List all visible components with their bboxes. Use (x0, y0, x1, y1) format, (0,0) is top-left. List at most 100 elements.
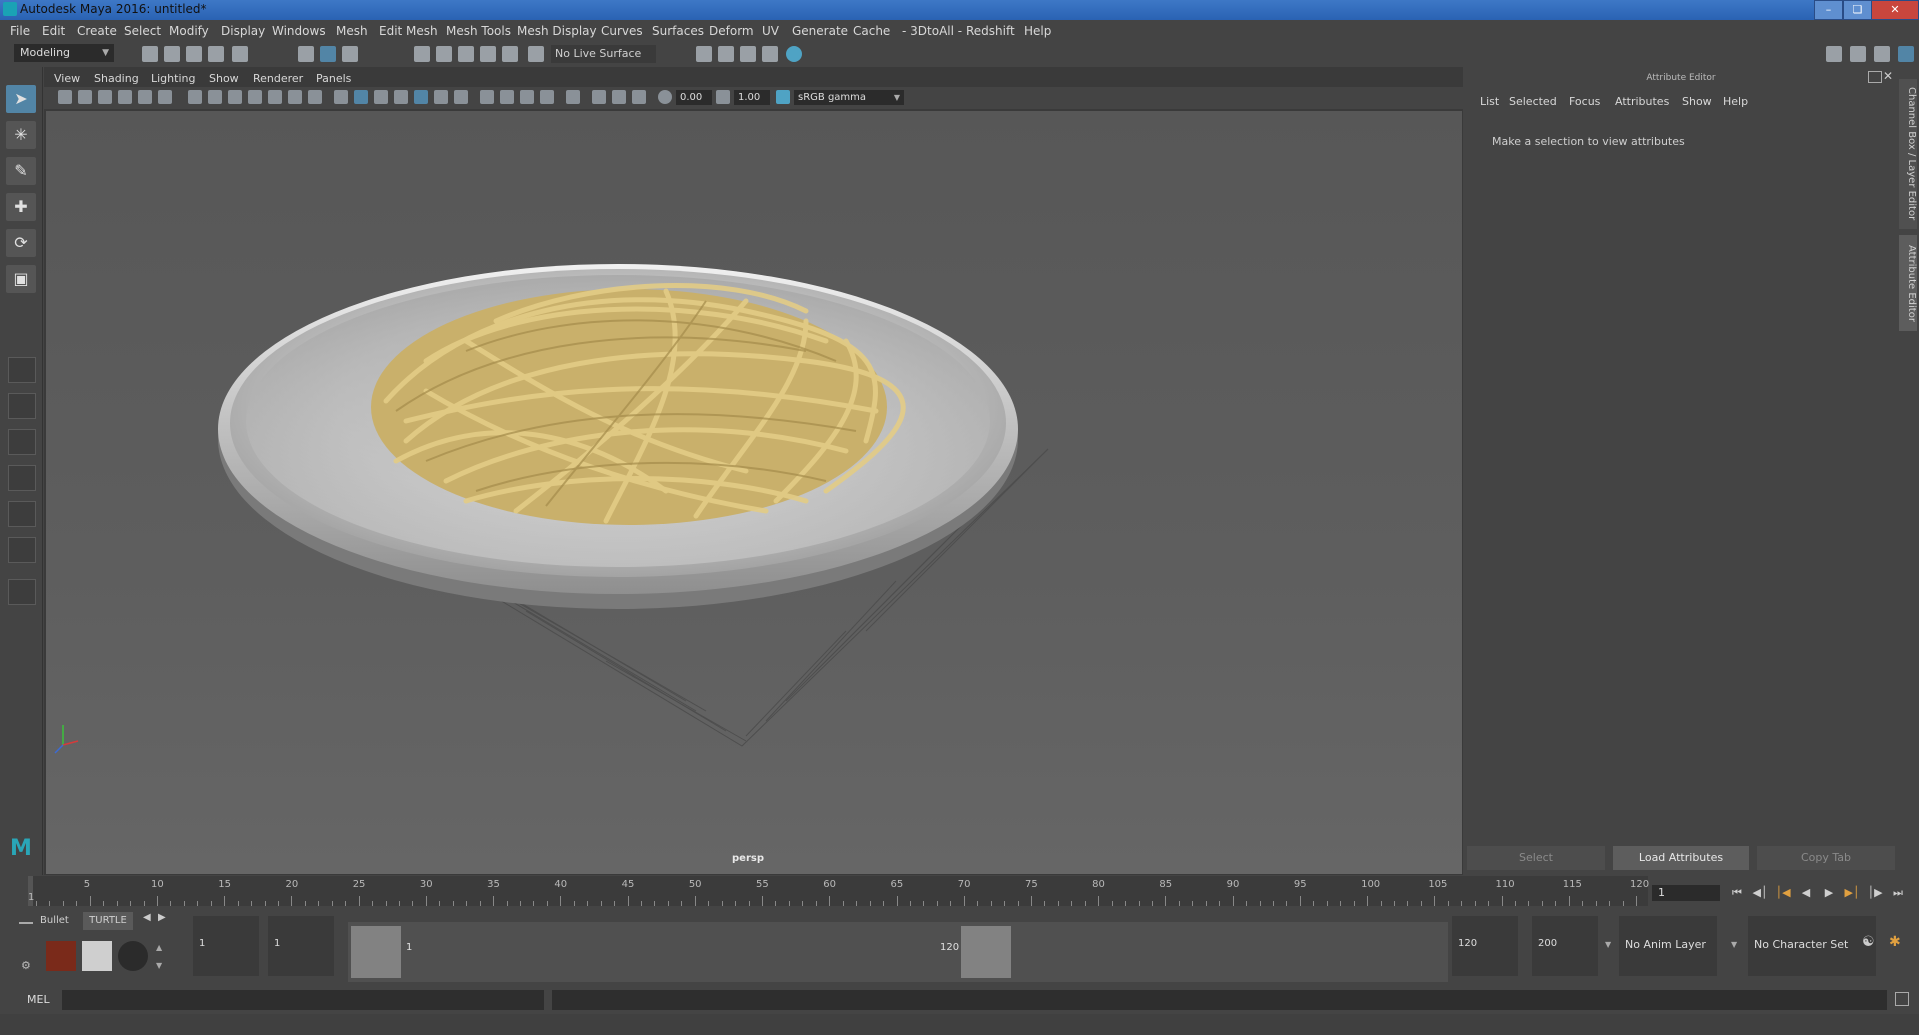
menu-surfaces[interactable]: Surfaces (652, 24, 704, 38)
go-to-start-icon[interactable]: ⏮ (1728, 884, 1746, 902)
color-management-icon[interactable] (776, 90, 790, 104)
load-attributes-button[interactable]: Load Attributes (1613, 846, 1749, 870)
script-language-label[interactable]: MEL (27, 993, 50, 1006)
menu-set-dropdown[interactable]: Modeling ▼ (14, 44, 114, 62)
anim-layer-dropdown[interactable]: No Anim Layer (1619, 916, 1717, 976)
shelf-tab-bullet[interactable]: Bullet (38, 912, 80, 930)
hypershade-persp-layout-icon[interactable] (8, 537, 36, 563)
panel-menu-view[interactable]: View (54, 72, 80, 85)
go-to-end-icon[interactable]: ⏭ (1889, 884, 1907, 902)
wireframe-on-shaded-icon[interactable] (394, 90, 408, 104)
menu-uv[interactable]: UV (762, 24, 779, 38)
snap-to-grid-icon[interactable] (414, 46, 430, 62)
perspective-viewport[interactable]: persp (46, 111, 1462, 874)
snap-to-view-plane-icon[interactable] (502, 46, 518, 62)
isolate-select-icon[interactable] (566, 90, 580, 104)
range-end-handle[interactable] (961, 926, 1011, 978)
attribute-editor-toggle-icon[interactable] (1850, 46, 1866, 62)
lasso-tool-icon[interactable]: ✳ (6, 121, 36, 149)
shelf-tab-turtle[interactable]: TURTLE (83, 912, 133, 930)
shelf-settings-icon[interactable]: ⚙ (21, 959, 31, 972)
menu-windows[interactable]: Windows (272, 24, 326, 38)
menu-deform[interactable]: Deform (709, 24, 754, 38)
panel-menu-lighting[interactable]: Lighting (151, 72, 195, 85)
menu-cache[interactable]: Cache (853, 24, 890, 38)
menu-generate[interactable]: Generate (792, 24, 848, 38)
select-camera-icon[interactable] (58, 90, 72, 104)
grid-icon[interactable] (188, 90, 202, 104)
screen-space-ao-icon[interactable] (480, 90, 494, 104)
close-panel-icon[interactable]: ✕ (1883, 69, 1893, 83)
material-shelf-icon[interactable] (82, 941, 112, 971)
shelf-scroll-right-icon[interactable]: ▶ (158, 912, 166, 923)
scale-tool-icon[interactable]: ▣ (6, 265, 36, 293)
field-chart-icon[interactable] (268, 90, 282, 104)
shelf-scroll-up-icon[interactable]: ▲ (156, 943, 162, 952)
render-current-frame-icon[interactable] (696, 46, 712, 62)
select-button[interactable]: Select (1467, 846, 1605, 870)
shelf-menu-icon[interactable] (19, 922, 33, 924)
four-view-layout-icon[interactable] (8, 393, 36, 419)
attr-menu-list[interactable]: List (1480, 95, 1499, 108)
step-back-frame-icon[interactable]: ◀│ (1751, 884, 1769, 902)
image-plane-icon[interactable] (118, 90, 132, 104)
menu-edit-mesh[interactable]: Edit Mesh (379, 24, 438, 38)
shelf-scroll-down-icon[interactable]: ▼ (156, 961, 162, 970)
attr-menu-selected[interactable]: Selected (1509, 95, 1557, 108)
render-view-icon[interactable] (786, 46, 802, 62)
select-by-hierarchy-icon[interactable] (298, 46, 314, 62)
playback-start-field[interactable]: 1 (268, 916, 334, 976)
sphere-shelf-icon[interactable] (118, 941, 148, 971)
gamma-icon[interactable] (716, 90, 730, 104)
anti-aliasing-icon[interactable] (520, 90, 534, 104)
outliner-persp-graph-layout-icon[interactable] (8, 501, 36, 527)
menu-3dtoall[interactable]: - 3DtoAll - (902, 24, 962, 38)
copy-tab-button[interactable]: Copy Tab (1757, 846, 1895, 870)
render-settings-icon[interactable] (740, 46, 756, 62)
play-backwards-icon[interactable]: ◀ (1797, 884, 1815, 902)
gamma-field[interactable]: 1.00 (734, 90, 770, 105)
use-all-lights-icon[interactable] (434, 90, 448, 104)
character-set-dropdown[interactable]: No Character Set (1748, 916, 1876, 976)
2d-pan-zoom-icon[interactable] (138, 90, 152, 104)
ipr-render-icon[interactable] (718, 46, 734, 62)
xray-active-components-icon[interactable] (612, 90, 626, 104)
maximize-button[interactable]: ❏ (1843, 0, 1872, 20)
animation-start-field[interactable]: 1 (193, 916, 259, 976)
default-lighting-icon[interactable] (374, 90, 388, 104)
playback-end-field[interactable]: 120 (1452, 916, 1518, 976)
snap-to-projected-center-icon[interactable] (480, 46, 496, 62)
menu-mesh-display[interactable]: Mesh Display (517, 24, 597, 38)
menu-select[interactable]: Select (124, 24, 161, 38)
view-transform-dropdown[interactable]: sRGB gamma ▼ (794, 90, 904, 105)
menu-mesh[interactable]: Mesh (336, 24, 368, 38)
persp-outliner-layout-icon[interactable] (8, 429, 36, 455)
range-bar[interactable]: 1 120 (348, 922, 1448, 982)
undo-icon[interactable] (208, 46, 224, 62)
menu-modify[interactable]: Modify (169, 24, 209, 38)
exposure-field[interactable]: 0.00 (676, 90, 712, 105)
safe-action-icon[interactable] (288, 90, 302, 104)
anim-layer-chevron-icon[interactable]: ▼ (1605, 940, 1611, 949)
save-scene-icon[interactable] (186, 46, 202, 62)
panel-menu-renderer[interactable]: Renderer (253, 72, 303, 85)
float-panel-icon[interactable] (1868, 71, 1882, 83)
panel-menu-panels[interactable]: Panels (316, 72, 351, 85)
new-scene-icon[interactable] (142, 46, 158, 62)
camera-attributes-icon[interactable] (78, 90, 92, 104)
single-perspective-layout-icon[interactable] (8, 357, 36, 383)
shelf-scroll-left-icon[interactable]: ◀ (143, 912, 151, 923)
menu-file[interactable]: File (10, 24, 30, 38)
live-surface-field[interactable]: No Live Surface (551, 45, 656, 63)
command-input[interactable] (62, 990, 544, 1010)
tool-settings-icon[interactable] (1874, 46, 1890, 62)
auto-keyframe-icon[interactable]: ☯ (1862, 934, 1875, 950)
attr-menu-attributes[interactable]: Attributes (1615, 95, 1669, 108)
select-by-component-icon[interactable] (342, 46, 358, 62)
resolution-gate-icon[interactable] (228, 90, 242, 104)
custom-layout-icon[interactable] (8, 579, 36, 605)
animation-end-field[interactable]: 200 (1532, 916, 1598, 976)
play-forwards-icon[interactable]: ▶ (1820, 884, 1838, 902)
select-tool-icon[interactable]: ➤ (6, 85, 36, 113)
channel-box-toggle-icon[interactable] (1898, 46, 1914, 62)
